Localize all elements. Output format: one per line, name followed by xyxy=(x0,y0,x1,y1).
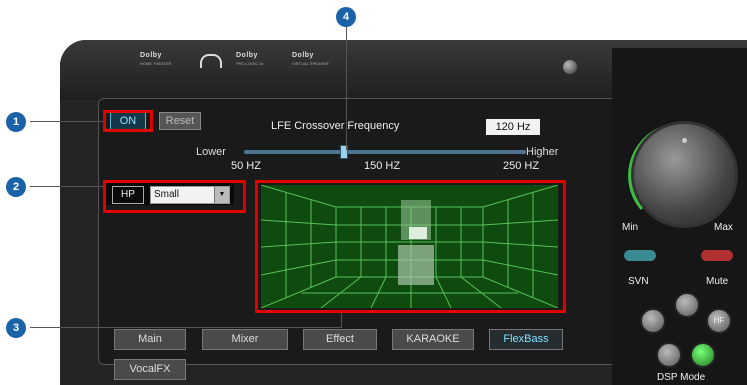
callout-4-badge: 4 xyxy=(336,7,356,27)
callout-1-line xyxy=(30,121,103,122)
dolby-logo-sub: PRO LOGIC IIx xyxy=(236,61,264,66)
dsp-speaker-icon[interactable] xyxy=(674,292,700,318)
dolby-logo-text: Dolby xyxy=(140,52,162,59)
dsp-mode-right-icon[interactable] xyxy=(690,342,716,368)
dolby-logo-text: Dolby xyxy=(236,52,258,59)
dsp-mode-left-icon[interactable] xyxy=(656,342,682,368)
callout-2-badge: 2 xyxy=(6,177,26,197)
tab-karaoke[interactable]: KARAOKE xyxy=(392,329,474,350)
mute-label: Mute xyxy=(706,276,729,287)
highlight-room-visualizer xyxy=(255,180,566,313)
volume-min-label: Min xyxy=(622,222,639,233)
slider-lower-label: Lower xyxy=(196,146,226,158)
svn-toggle[interactable] xyxy=(624,250,656,261)
master-volume-knob[interactable] xyxy=(631,121,738,228)
tick-label: 50 HZ xyxy=(231,160,261,172)
callout-2-line xyxy=(30,186,103,187)
callout-3-badge: 3 xyxy=(6,318,26,338)
tick-label: 150 HZ xyxy=(364,160,401,172)
dsp-hf-button[interactable]: HF xyxy=(706,308,732,334)
power-knob-icon[interactable] xyxy=(563,60,577,74)
tab-main[interactable]: Main xyxy=(114,329,186,350)
tab-effect[interactable]: Effect xyxy=(303,329,377,350)
callout-3-line xyxy=(30,327,342,328)
highlight-speaker-select xyxy=(103,180,246,213)
dolby-logo-sub: VIRTUAL SPEAKER xyxy=(292,61,329,66)
volume-max-label: Max xyxy=(714,222,733,233)
dolby-logo-virtual-speaker: Dolby VIRTUAL SPEAKER xyxy=(292,52,329,68)
callout-4-line xyxy=(346,26,347,150)
slider-higher-label: Higher xyxy=(526,146,559,158)
dsp-headphone-icon[interactable] xyxy=(640,308,666,334)
headphone-icon xyxy=(200,54,222,68)
dolby-logo-home-theater: Dolby HOME THEATER xyxy=(140,52,171,68)
svn-label: SVN xyxy=(628,276,649,287)
tab-flexbass[interactable]: FlexBass xyxy=(489,329,563,350)
tab-mixer[interactable]: Mixer xyxy=(202,329,288,350)
mute-toggle[interactable] xyxy=(701,250,733,261)
highlight-on-toggle xyxy=(103,110,153,132)
knob-indicator xyxy=(682,138,687,143)
dsp-mode-label: DSP Mode xyxy=(657,372,706,383)
callout-1-badge: 1 xyxy=(6,112,26,132)
tab-vocalfx[interactable]: VocalFX xyxy=(114,359,186,380)
dolby-logo-prologic: Dolby PRO LOGIC IIx xyxy=(236,52,264,68)
tick-label: 250 HZ xyxy=(503,160,540,172)
crossover-label: LFE Crossover Frequency xyxy=(271,120,400,132)
crossover-value-field[interactable]: 120 Hz xyxy=(486,119,540,135)
dolby-logo-text: Dolby xyxy=(292,52,314,59)
crossover-slider-track[interactable] xyxy=(244,150,526,154)
callout-3-line-vertical xyxy=(341,313,342,327)
reset-button[interactable]: Reset xyxy=(159,112,201,130)
dolby-logo-sub: HOME THEATER xyxy=(140,61,172,66)
